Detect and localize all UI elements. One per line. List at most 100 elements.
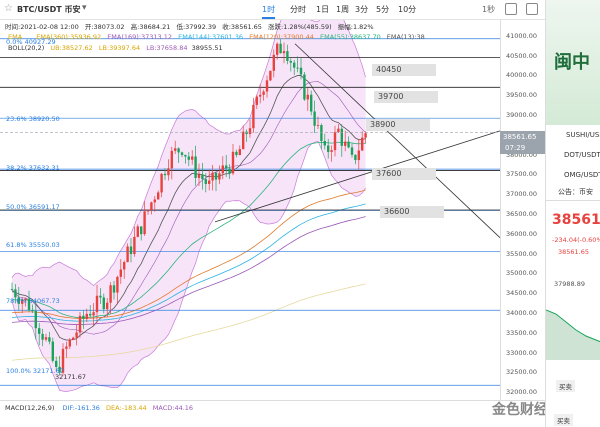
interval-5m[interactable]: 5分: [376, 4, 389, 15]
candle-body: [218, 173, 221, 180]
candle-body: [167, 168, 170, 176]
candle-body: [323, 141, 326, 146]
candle-body: [92, 312, 95, 316]
info-open: 开:38073.02: [84, 23, 125, 31]
candle-body: [327, 145, 330, 152]
candle-body: [350, 147, 354, 155]
candle-body: [34, 310, 37, 329]
mini-chart: [546, 309, 600, 360]
announcement[interactable]: 公告：币安: [558, 187, 593, 197]
ema13-value: EMA(13):38: [386, 33, 425, 41]
candle-body: [153, 199, 156, 203]
y-tick-label: 35500.00: [506, 249, 538, 258]
interval-10m[interactable]: 10分: [398, 4, 416, 15]
candle-body: [65, 346, 68, 349]
camera-icon[interactable]: [505, 3, 517, 15]
star-icon[interactable]: ☆: [4, 3, 13, 14]
ema120-value: EMA(120):37900.44: [249, 33, 314, 41]
candle-body: [146, 210, 150, 212]
ema144-value: EMA(144):37601.36: [178, 33, 243, 41]
candle-body: [38, 328, 41, 334]
macd-panel: MACD(12,26,9) DIF:-161.36 DEA:-183.44 MA…: [0, 400, 545, 427]
candle-body: [51, 341, 54, 361]
candle-body: [211, 172, 214, 181]
candle-body: [123, 262, 126, 270]
interval-label-right[interactable]: 1秒: [482, 4, 495, 15]
candle-body: [313, 111, 316, 126]
fib-label-236: 23.6% 38920.50: [6, 115, 60, 123]
candle-body: [364, 133, 367, 138]
candle-body: [306, 94, 309, 100]
candle-body: [242, 131, 245, 150]
price-chart[interactable]: [0, 20, 545, 400]
candle-body: [255, 96, 258, 105]
candle-body: [85, 313, 88, 319]
candle-body: [228, 168, 231, 174]
candle-body: [245, 131, 248, 135]
candle-body: [259, 94, 262, 97]
candle-body: [333, 131, 337, 151]
candle-body: [48, 337, 51, 342]
candle-body: [44, 337, 48, 340]
symbol-label[interactable]: BTC/USDT 币安: [17, 4, 81, 15]
ad-banner[interactable]: 闽中: [546, 0, 600, 125]
ticker-item[interactable]: SUSHI/USD: [546, 127, 600, 147]
candle-body: [265, 80, 269, 92]
candle-body: [150, 202, 153, 211]
candle-body: [276, 43, 279, 55]
candle-body: [133, 236, 136, 255]
y-tick-label: 39000.00: [506, 111, 538, 119]
trade-button-2[interactable]: 买卖: [554, 414, 573, 426]
fib-label-50: 50.0% 36591.17: [6, 203, 60, 211]
y-tick-label: 36000.00: [506, 229, 538, 238]
candle-body: [272, 54, 275, 71]
macd-label: MACD(12,26,9): [5, 404, 55, 412]
boll-last: 38955.51: [191, 44, 223, 52]
trade-button[interactable]: 买卖: [556, 380, 575, 392]
fib-label-382: 38.2% 37632.31: [6, 164, 60, 172]
price-small: 38561.65: [558, 248, 590, 256]
info-time: 时间:2021-02-08 12:00: [5, 23, 79, 31]
candle-body: [129, 246, 133, 255]
interval-1w[interactable]: 1周: [336, 4, 349, 15]
candle-body: [116, 276, 119, 293]
y-tick-label: 37000.00: [506, 190, 538, 199]
candle-body: [10, 289, 14, 290]
candle-body: [337, 128, 340, 132]
price-tag-38900: 38900: [366, 119, 430, 131]
candle-body: [109, 285, 112, 303]
candle-body: [177, 148, 180, 153]
candle-body: [75, 332, 78, 338]
candle-body: [252, 104, 255, 129]
candle-body: [68, 339, 71, 347]
watermark-logo: 金色财经: [492, 402, 548, 418]
bollinger-band: [11, 20, 366, 392]
candle-body: [347, 141, 350, 148]
interval-1h[interactable]: 1时: [262, 4, 276, 19]
interval-timeshare[interactable]: 分时: [290, 4, 306, 15]
fullscreen-icon[interactable]: [526, 3, 538, 15]
candle-body: [310, 94, 313, 112]
chevron-down-icon[interactable]: ▾: [82, 3, 87, 13]
candle-body: [340, 128, 343, 146]
ticker-item[interactable]: DOT/USDT: [546, 147, 600, 167]
interval-1d[interactable]: 1日: [316, 4, 329, 15]
macd-dea: DEA:-183.44: [105, 404, 147, 412]
candle-body: [143, 211, 146, 235]
y-tick-label: 37500.00: [506, 170, 538, 179]
ohlc-info-bar: 时间:2021-02-08 12:00 开:38073.02 高:38684.2…: [5, 21, 374, 31]
ticker-item[interactable]: OMG/USDT: [546, 167, 600, 187]
right-sidebar: 闽中 SUSHI/USD DOT/USDT OMG/USDT 公告：币安 385…: [545, 0, 600, 427]
y-tick-label: 34000.00: [506, 308, 538, 317]
candle-body: [293, 62, 296, 68]
interval-3m[interactable]: 3分: [355, 4, 368, 15]
candle-body: [136, 226, 139, 237]
candle-body: [231, 151, 235, 174]
candle-body: [95, 295, 99, 313]
divider: [546, 200, 600, 201]
fib-label-786: 78.6% 34067.73: [6, 297, 60, 305]
candle-body: [354, 154, 357, 161]
y-tick-label: 33500.00: [506, 328, 538, 337]
candle-body: [225, 165, 228, 169]
candle-body: [303, 74, 306, 100]
